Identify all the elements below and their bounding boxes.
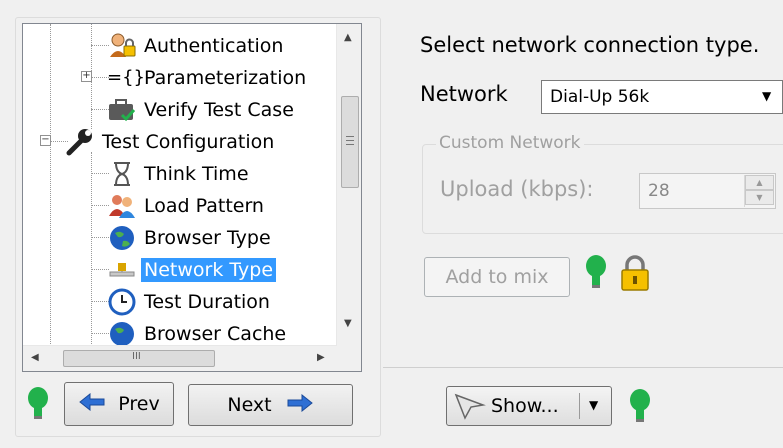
- expand-toggle-parameterization[interactable]: +: [81, 71, 92, 82]
- spin-up-icon[interactable]: ▲: [745, 175, 774, 190]
- footer-separator: [383, 367, 783, 368]
- tree-line: [50, 24, 51, 346]
- tree-item-label: Verify Test Case: [144, 99, 294, 121]
- wizard-tree[interactable]: + − Authentication ={} Parameterization …: [22, 23, 362, 372]
- scrollbar-corner: [337, 346, 361, 371]
- tree-item-label: Authentication: [144, 35, 284, 57]
- lock-icon: [618, 254, 652, 296]
- wrench-icon: [65, 127, 95, 157]
- prev-button-label: Prev: [118, 393, 160, 415]
- tree-item-parameterization[interactable]: ={} Parameterization: [107, 63, 309, 93]
- arrow-right-icon: [286, 393, 314, 417]
- next-button[interactable]: Next: [188, 384, 353, 426]
- scroll-left-arrow-icon[interactable]: ◀: [31, 352, 39, 363]
- page-heading: Select network connection type.: [420, 33, 760, 57]
- clock-icon: [107, 287, 137, 317]
- hint-bulb-icon[interactable]: [628, 388, 652, 430]
- tree-item-label: Test Configuration: [102, 131, 275, 153]
- upload-spinner[interactable]: ▲ ▼: [744, 175, 774, 207]
- prev-button[interactable]: Prev: [64, 382, 174, 426]
- authentication-icon: [107, 31, 137, 61]
- tree-item-authentication[interactable]: Authentication: [107, 31, 286, 61]
- tree-item-test-duration[interactable]: Test Duration: [107, 287, 273, 317]
- hourglass-icon: [107, 159, 137, 189]
- scroll-down-arrow-icon[interactable]: ▼: [344, 318, 352, 329]
- tree-vertical-scrollbar[interactable]: ▲ ▼: [336, 24, 361, 346]
- tree-item-label: Browser Type: [144, 227, 271, 249]
- hint-bulb-icon[interactable]: [584, 254, 608, 296]
- chevron-down-icon: ▼: [762, 89, 772, 103]
- collapse-toggle-test-configuration[interactable]: −: [40, 135, 51, 146]
- tree-item-load-pattern[interactable]: Load Pattern: [107, 191, 267, 221]
- network-select-value: Dial-Up 56k: [550, 87, 650, 107]
- tree-item-browser-type[interactable]: Browser Type: [107, 223, 274, 253]
- users-icon: [107, 191, 137, 221]
- upload-label: Upload (kbps):: [440, 177, 594, 201]
- network-type-select[interactable]: Dial-Up 56k ▼: [541, 80, 783, 114]
- scroll-up-arrow-icon[interactable]: ▲: [344, 32, 352, 43]
- network-icon: [107, 255, 137, 285]
- add-to-mix-label: Add to mix: [445, 266, 549, 288]
- network-label: Network: [420, 82, 508, 106]
- tree-item-think-time[interactable]: Think Time: [107, 159, 252, 189]
- upload-kbps-value: 28: [648, 181, 670, 201]
- chevron-down-icon[interactable]: ▼: [589, 398, 598, 412]
- globe-icon: [107, 223, 137, 253]
- scroll-grip: III: [132, 351, 141, 362]
- scroll-grip: [346, 144, 354, 145]
- tree-item-label: Browser Cache: [144, 323, 287, 345]
- show-button-label: Show...: [491, 395, 559, 417]
- next-button-label: Next: [227, 394, 272, 416]
- split-divider: [579, 393, 580, 419]
- tree-item-label: Think Time: [144, 163, 249, 185]
- custom-network-legend: Custom Network: [436, 133, 584, 153]
- spin-down-icon[interactable]: ▼: [745, 190, 774, 205]
- add-to-mix-button[interactable]: Add to mix: [424, 257, 570, 297]
- tree-item-verify-test-case[interactable]: Verify Test Case: [107, 95, 297, 125]
- tree-item-test-configuration[interactable]: Test Configuration: [65, 127, 277, 157]
- hint-bulb-icon[interactable]: [26, 386, 50, 426]
- tree-item-label: Test Duration: [144, 291, 270, 313]
- parameterization-icon: ={}: [107, 67, 145, 88]
- tree-item-network-type[interactable]: Network Type: [107, 255, 277, 285]
- verify-test-case-icon: [107, 95, 137, 125]
- tree-line: [91, 152, 92, 346]
- vertical-scroll-thumb[interactable]: [341, 96, 359, 188]
- arrow-left-icon: [78, 392, 106, 416]
- cursor-arrow-icon: [453, 391, 487, 426]
- tree-horizontal-scrollbar[interactable]: ◀ III ▶: [23, 345, 337, 371]
- scroll-right-arrow-icon[interactable]: ▶: [317, 352, 325, 363]
- horizontal-scroll-thumb[interactable]: III: [63, 350, 215, 367]
- tree-item-label: Network Type: [141, 258, 277, 282]
- scroll-grip: [346, 140, 354, 141]
- show-split-button[interactable]: Show... ▼: [446, 386, 612, 426]
- scroll-grip: [346, 136, 354, 137]
- tree-item-label: Load Pattern: [144, 195, 264, 217]
- tree-item-label: Parameterization: [144, 67, 307, 89]
